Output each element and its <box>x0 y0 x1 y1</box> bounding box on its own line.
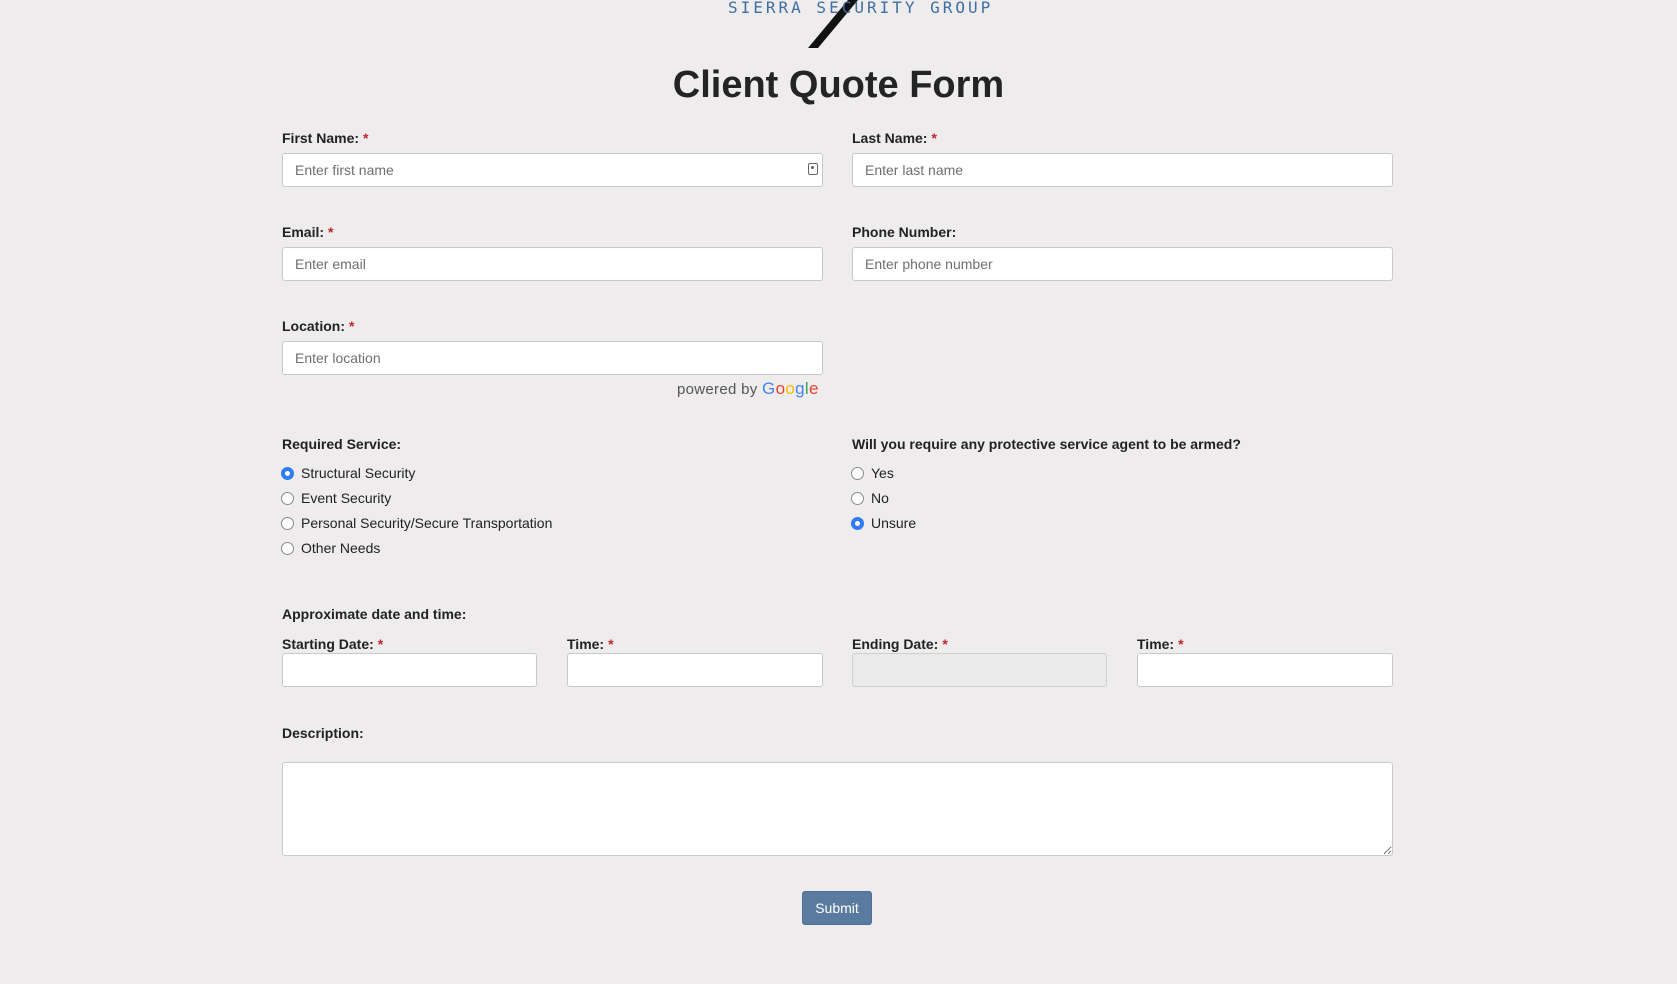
location-label: Location: * <box>282 318 354 334</box>
required-marker: * <box>608 636 614 652</box>
required-service-option-label: Other Needs <box>301 540 381 556</box>
starting-date-label-text: Starting Date: <box>282 636 374 652</box>
phone-label: Phone Number: <box>852 224 956 240</box>
required-marker: * <box>1178 636 1184 652</box>
required-service-option-label: Structural Security <box>301 465 416 481</box>
required-marker: * <box>942 636 948 652</box>
required-service-option[interactable]: Personal Security/Secure Transportation <box>281 515 552 531</box>
required-marker: * <box>363 130 369 146</box>
start-time-label: Time: * <box>567 636 614 652</box>
required-marker: * <box>377 636 384 652</box>
required-service-option-label: Personal Security/Secure Transportation <box>301 515 553 531</box>
start-time-label-text: Time: <box>567 636 605 652</box>
required-marker: * <box>931 130 937 146</box>
required-service-label: Required Service: <box>282 436 402 452</box>
contact-card-icon[interactable] <box>808 163 818 175</box>
date-time-section-label: Approximate date and time: <box>282 606 467 622</box>
email-input[interactable] <box>282 247 823 281</box>
google-logo-letter: e <box>808 379 819 398</box>
armed-option[interactable]: Yes <box>851 465 894 481</box>
radio-button[interactable] <box>851 466 864 480</box>
starting-date-input[interactable] <box>282 653 537 687</box>
first-name-label-text: First Name: <box>282 130 360 146</box>
armed-option-label: No <box>871 490 889 506</box>
email-label: Email: * <box>282 224 333 240</box>
google-logo-letter: o <box>775 379 786 398</box>
description-label: Description: <box>282 725 364 741</box>
last-name-label: Last Name: * <box>852 130 937 146</box>
starting-date-label: Starting Date: * <box>282 636 383 652</box>
powered-by-text: powered by <box>677 381 758 398</box>
ending-date-label: Ending Date: * <box>852 636 948 652</box>
ending-date-input[interactable] <box>852 653 1107 687</box>
ending-date-label-text: Ending Date: <box>852 636 939 652</box>
required-marker: * <box>328 224 334 240</box>
client-quote-page: SIERRA SECURITY GROUP Client Quote Form … <box>0 0 1677 984</box>
powered-by-google: powered by Google <box>677 379 819 399</box>
email-label-text: Email: <box>282 224 325 240</box>
end-time-input[interactable] <box>1137 653 1393 687</box>
location-label-text: Location: <box>282 318 345 334</box>
radio-button[interactable] <box>851 516 864 530</box>
page-title: Client Quote Form <box>672 64 1005 106</box>
armed-option[interactable]: No <box>851 490 889 506</box>
radio-button[interactable] <box>851 491 864 505</box>
armed-option-label: Yes <box>871 465 894 481</box>
phone-label-text: Phone Number: <box>852 224 957 240</box>
company-logo: SIERRA SECURITY GROUP <box>700 0 990 50</box>
google-logo-letter: g <box>795 379 805 398</box>
required-service-option[interactable]: Event Security <box>281 490 391 506</box>
required-service-option-label: Event Security <box>301 490 392 506</box>
armed-option[interactable]: Unsure <box>851 515 916 531</box>
google-logo: Google <box>762 379 819 398</box>
required-service-option[interactable]: Other Needs <box>281 540 380 556</box>
radio-button[interactable] <box>281 466 294 480</box>
end-time-label: Time: * <box>1137 636 1184 652</box>
start-time-input[interactable] <box>567 653 823 687</box>
logo-text: SIERRA SECURITY GROUP <box>728 0 994 17</box>
radio-button[interactable] <box>281 516 294 530</box>
phone-input[interactable] <box>852 247 1393 281</box>
last-name-input[interactable] <box>852 153 1393 187</box>
google-logo-letter: o <box>785 379 796 398</box>
end-time-label-text: Time: <box>1137 636 1175 652</box>
google-logo-letter: G <box>762 379 776 398</box>
radio-button[interactable] <box>281 541 294 555</box>
submit-button[interactable]: Submit <box>802 891 872 925</box>
required-marker: * <box>349 318 355 334</box>
last-name-label-text: Last Name: <box>852 130 928 146</box>
description-textarea[interactable] <box>282 762 1393 856</box>
first-name-label: First Name: * <box>282 130 368 146</box>
location-input[interactable] <box>282 341 823 375</box>
armed-question-label: Will you require any protective service … <box>852 436 1241 452</box>
required-service-option[interactable]: Structural Security <box>281 465 415 481</box>
radio-button[interactable] <box>281 491 294 505</box>
first-name-input[interactable] <box>282 153 823 187</box>
armed-option-label: Unsure <box>871 515 917 531</box>
